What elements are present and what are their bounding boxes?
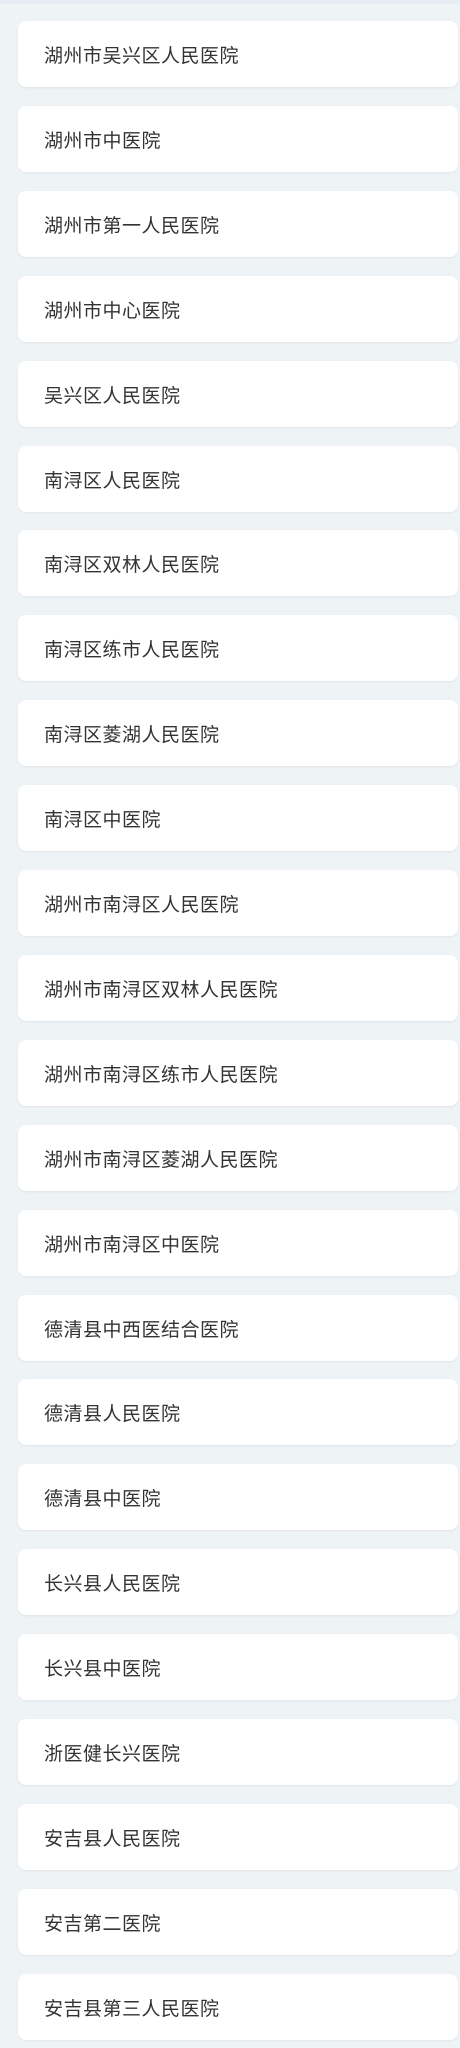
list-item-label: 安吉县人民医院 xyxy=(44,1827,181,1850)
list-item-label: 德清县中西医结合医院 xyxy=(44,1318,240,1341)
list-item[interactable]: 南浔区菱湖人民医院 xyxy=(18,700,458,766)
list-item-label: 南浔区练市人民医院 xyxy=(44,638,220,661)
list-item[interactable]: 安吉县人民医院 xyxy=(18,1804,458,1870)
list-item-label: 湖州市中医院 xyxy=(44,129,162,152)
list-item[interactable]: 南浔区练市人民医院 xyxy=(18,615,458,681)
list-item[interactable]: 南浔区人民医院 xyxy=(18,446,458,512)
list-item[interactable]: 湖州市第一人民医院 xyxy=(18,191,458,257)
list-item-label: 湖州市南浔区练市人民医院 xyxy=(44,1063,279,1086)
list-item[interactable]: 湖州市南浔区练市人民医院 xyxy=(18,1040,458,1106)
list-item-label: 长兴县中医院 xyxy=(44,1657,162,1680)
list-item[interactable]: 湖州市南浔区双林人民医院 xyxy=(18,955,458,1021)
list-item-label: 浙医健长兴医院 xyxy=(44,1742,181,1765)
list-item-label: 南浔区中医院 xyxy=(44,808,162,831)
list-item[interactable]: 湖州市南浔区人民医院 xyxy=(18,870,458,936)
top-divider xyxy=(0,0,460,4)
list-item-label: 德清县人民医院 xyxy=(44,1402,181,1425)
list-item[interactable]: 吴兴区人民医院 xyxy=(18,361,458,427)
list-item[interactable]: 安吉第二医院 xyxy=(18,1889,458,1955)
list-item[interactable]: 长兴县中医院 xyxy=(18,1634,458,1700)
list-item[interactable]: 湖州市南浔区菱湖人民医院 xyxy=(18,1125,458,1191)
list-item-label: 湖州市南浔区人民医院 xyxy=(44,893,240,916)
list-item-label: 湖州市中心医院 xyxy=(44,299,181,322)
list-item[interactable]: 湖州市吴兴区人民医院 xyxy=(18,21,458,87)
list-item[interactable]: 德清县中西医结合医院 xyxy=(18,1295,458,1361)
list-item[interactable]: 湖州市中医院 xyxy=(18,106,458,172)
list-item[interactable]: 南浔区双林人民医院 xyxy=(18,530,458,596)
list-item-label: 南浔区人民医院 xyxy=(44,469,181,492)
list-item[interactable]: 长兴县人民医院 xyxy=(18,1549,458,1615)
list-item-label: 长兴县人民医院 xyxy=(44,1572,181,1595)
list-item-label: 德清县中医院 xyxy=(44,1487,162,1510)
list-item[interactable]: 南浔区中医院 xyxy=(18,785,458,851)
list-item-label: 湖州市吴兴区人民医院 xyxy=(44,44,240,67)
list-item[interactable]: 安吉县第三人民医院 xyxy=(18,1974,458,2040)
list-item[interactable]: 德清县人民医院 xyxy=(18,1379,458,1445)
list-item-label: 湖州市南浔区中医院 xyxy=(44,1233,220,1256)
list-item-label: 安吉县第三人民医院 xyxy=(44,1997,220,2020)
list-item-label: 湖州市南浔区菱湖人民医院 xyxy=(44,1148,279,1171)
list-item[interactable]: 湖州市南浔区中医院 xyxy=(18,1210,458,1276)
list-item-label: 湖州市南浔区双林人民医院 xyxy=(44,978,279,1001)
list-item-label: 安吉第二医院 xyxy=(44,1912,162,1935)
list-item-label: 南浔区双林人民医院 xyxy=(44,553,220,576)
list-item[interactable]: 浙医健长兴医院 xyxy=(18,1719,458,1785)
list-item-label: 湖州市第一人民医院 xyxy=(44,214,220,237)
list-item[interactable]: 德清县中医院 xyxy=(18,1464,458,1530)
list-item-label: 南浔区菱湖人民医院 xyxy=(44,723,220,746)
list-item-label: 吴兴区人民医院 xyxy=(44,384,181,407)
list-item[interactable]: 湖州市中心医院 xyxy=(18,276,458,342)
